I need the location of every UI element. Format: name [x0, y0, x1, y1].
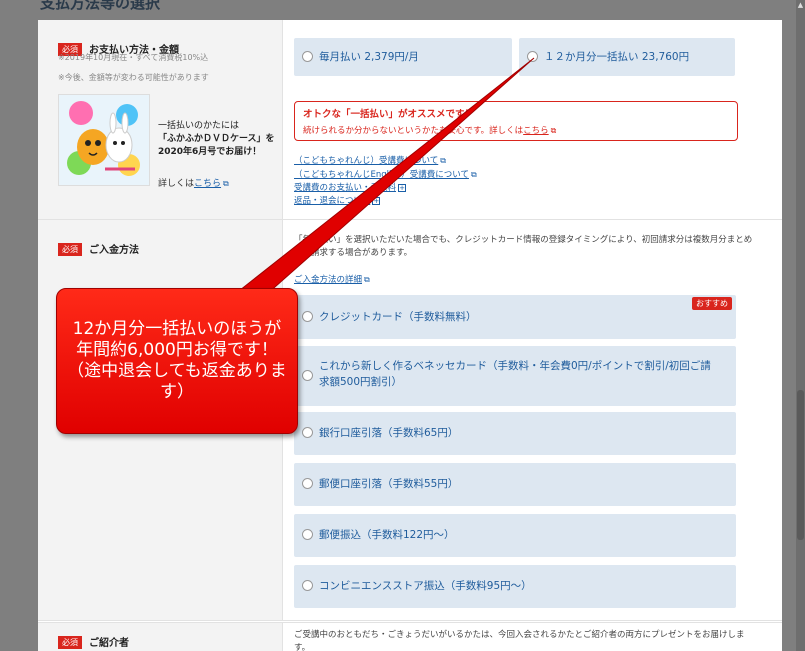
scroll-thumb[interactable]	[797, 390, 804, 540]
callout-bubble: 12か月分一括払いのほうが年間約6,000円お得です！（途中退会しても返金ありま…	[56, 288, 298, 434]
external-link-icon: ⧉	[440, 156, 446, 165]
recommend-badge: おすすめ	[692, 297, 732, 310]
required-badge: 必須	[58, 243, 82, 256]
external-link-icon: ⧉	[470, 170, 477, 179]
referrer-info: ご受講中のおともだち・ごきょうだいがいるかたは、今回入会されるかたとご紹介者の両…	[294, 630, 745, 651]
option-bank[interactable]: 銀行口座引落（手数料65円）	[294, 412, 736, 455]
radio-monthly[interactable]	[302, 51, 313, 62]
option-benesse-card-label: これから新しく作るベネッセカード（手数料・年会費0円/ポイントで割引/初回ご請求…	[319, 360, 711, 388]
link-returns[interactable]: 返品・退会について	[294, 196, 370, 206]
radio-credit-card[interactable]	[302, 311, 313, 322]
page-heading: 支払方法等の選択	[40, 0, 161, 12]
alert-title: オトクな「一括払い」がオススメです！	[303, 109, 475, 120]
alert-body-text: 続けられるか分からないというかたも安心です。詳しくは	[303, 126, 524, 136]
price-change-note: ※今後、金額等が変わる可能性があります	[58, 73, 209, 82]
payment-section: 必須 お支払い方法・金額 ※2019年10月現在・すべて消費税10%込 ※今後、金…	[38, 20, 782, 220]
option-annual-label: １２か月分一括払い 23,760円	[544, 51, 690, 63]
dvd-case-image	[58, 94, 150, 186]
recommend-alert: オトクな「一括払い」がオススメです！ 続けられるか分からないというかたも安心です…	[294, 101, 738, 141]
radio-postal-debit[interactable]	[302, 478, 313, 489]
payment-label-column: 必須 お支払い方法・金額 ※2019年10月現在・すべて消費税10%込 ※今後、金…	[38, 20, 283, 219]
option-credit-card[interactable]: おすすめ クレジットカード（手数料無料）	[294, 295, 736, 339]
expand-icon[interactable]: +	[398, 184, 407, 192]
option-convenience-store[interactable]: コンビニエンスストア振込（手数料95円〜）	[294, 565, 736, 608]
external-link-icon: ⧉	[550, 126, 557, 135]
option-postal-debit-label: 郵便口座引落（手数料55円）	[319, 478, 459, 490]
radio-annual[interactable]	[527, 51, 538, 62]
external-link-icon: ⧉	[364, 275, 370, 284]
fee-links: （こどもちゃれんじ）受講費について ⧉ （こどもちゃれんじEnglish）受講費に…	[294, 154, 477, 208]
referrer-title: ご紹介者	[89, 638, 129, 649]
promo-text: 一括払いのかたには 「ふかふかＤＶＤケース」を 2020年6月号でお届け！	[158, 120, 276, 159]
option-annual[interactable]: １２か月分一括払い 23,760円	[519, 38, 735, 76]
promo-line-1: 一括払いのかたには	[158, 121, 240, 131]
alert-link[interactable]: こちら	[523, 126, 549, 136]
option-postal-transfer[interactable]: 郵便振込（手数料122円〜）	[294, 514, 736, 557]
option-credit-card-label: クレジットカード（手数料無料）	[319, 311, 477, 323]
external-link-icon: ⧉	[223, 179, 229, 188]
option-postal-transfer-label: 郵便振込（手数料122円〜）	[319, 529, 455, 541]
scrollbar[interactable]: ▲	[796, 0, 805, 651]
radio-postal-transfer[interactable]	[302, 529, 313, 540]
alert-body: 続けられるか分からないというかたも安心です。詳しくはこちら ⧉	[303, 124, 729, 136]
option-monthly[interactable]: 毎月払い 2,379円/月	[294, 38, 512, 76]
deposit-detail: ご入金方法の詳細 ⧉	[294, 273, 370, 285]
link-fee-challenge[interactable]: （こどもちゃれんじ）受講費について	[294, 156, 438, 166]
radio-convenience-store[interactable]	[302, 580, 313, 591]
option-convenience-store-label: コンビニエンスストア振込（手数料95円〜）	[319, 580, 532, 592]
radio-bank[interactable]	[302, 427, 313, 438]
promo-detail-link[interactable]: こちら	[194, 179, 221, 189]
radio-benesse-card[interactable]	[302, 370, 313, 381]
deposit-info: 「毎月払い」を選択いただいた場合でも、クレジットカード情報の登録タイミングにより…	[294, 235, 753, 258]
deposit-title: ご入金方法	[89, 245, 139, 256]
scroll-up-arrow-icon[interactable]: ▲	[797, 0, 804, 10]
option-postal-debit[interactable]: 郵便口座引落（手数料55円）	[294, 463, 736, 506]
referrer-label-column: 必須 ご紹介者	[38, 623, 283, 651]
option-bank-label: 銀行口座引落（手数料65円）	[319, 427, 459, 439]
option-monthly-label: 毎月払い 2,379円/月	[319, 51, 419, 63]
promo-line-2: 「ふかふかＤＶＤケース」を	[158, 134, 275, 144]
link-fee-english[interactable]: （こどもちゃれんじEnglish）受講費について	[294, 170, 469, 180]
referrer-section: 必須 ご紹介者 ご受講中のおともだち・ごきょうだいがいるかたは、今回入会されるかた…	[38, 622, 782, 651]
tax-note: ※2019年10月現在・すべて消費税10%込	[58, 53, 209, 62]
expand-icon[interactable]: +	[372, 197, 381, 205]
detail-prefix: 詳しくは	[158, 179, 195, 189]
promo-line-3: 2020年6月号でお届け！	[158, 147, 262, 157]
deposit-detail-link[interactable]: ご入金方法の詳細	[294, 275, 362, 285]
link-payment-fees[interactable]: 受講費のお支払い・手数料	[294, 183, 396, 193]
option-benesse-card[interactable]: これから新しく作るベネッセカード（手数料・年会費0円/ポイントで割引/初回ご請求…	[294, 346, 736, 406]
required-badge: 必須	[58, 636, 82, 649]
promo-detail: 詳しくはこちら ⧉	[158, 176, 229, 189]
